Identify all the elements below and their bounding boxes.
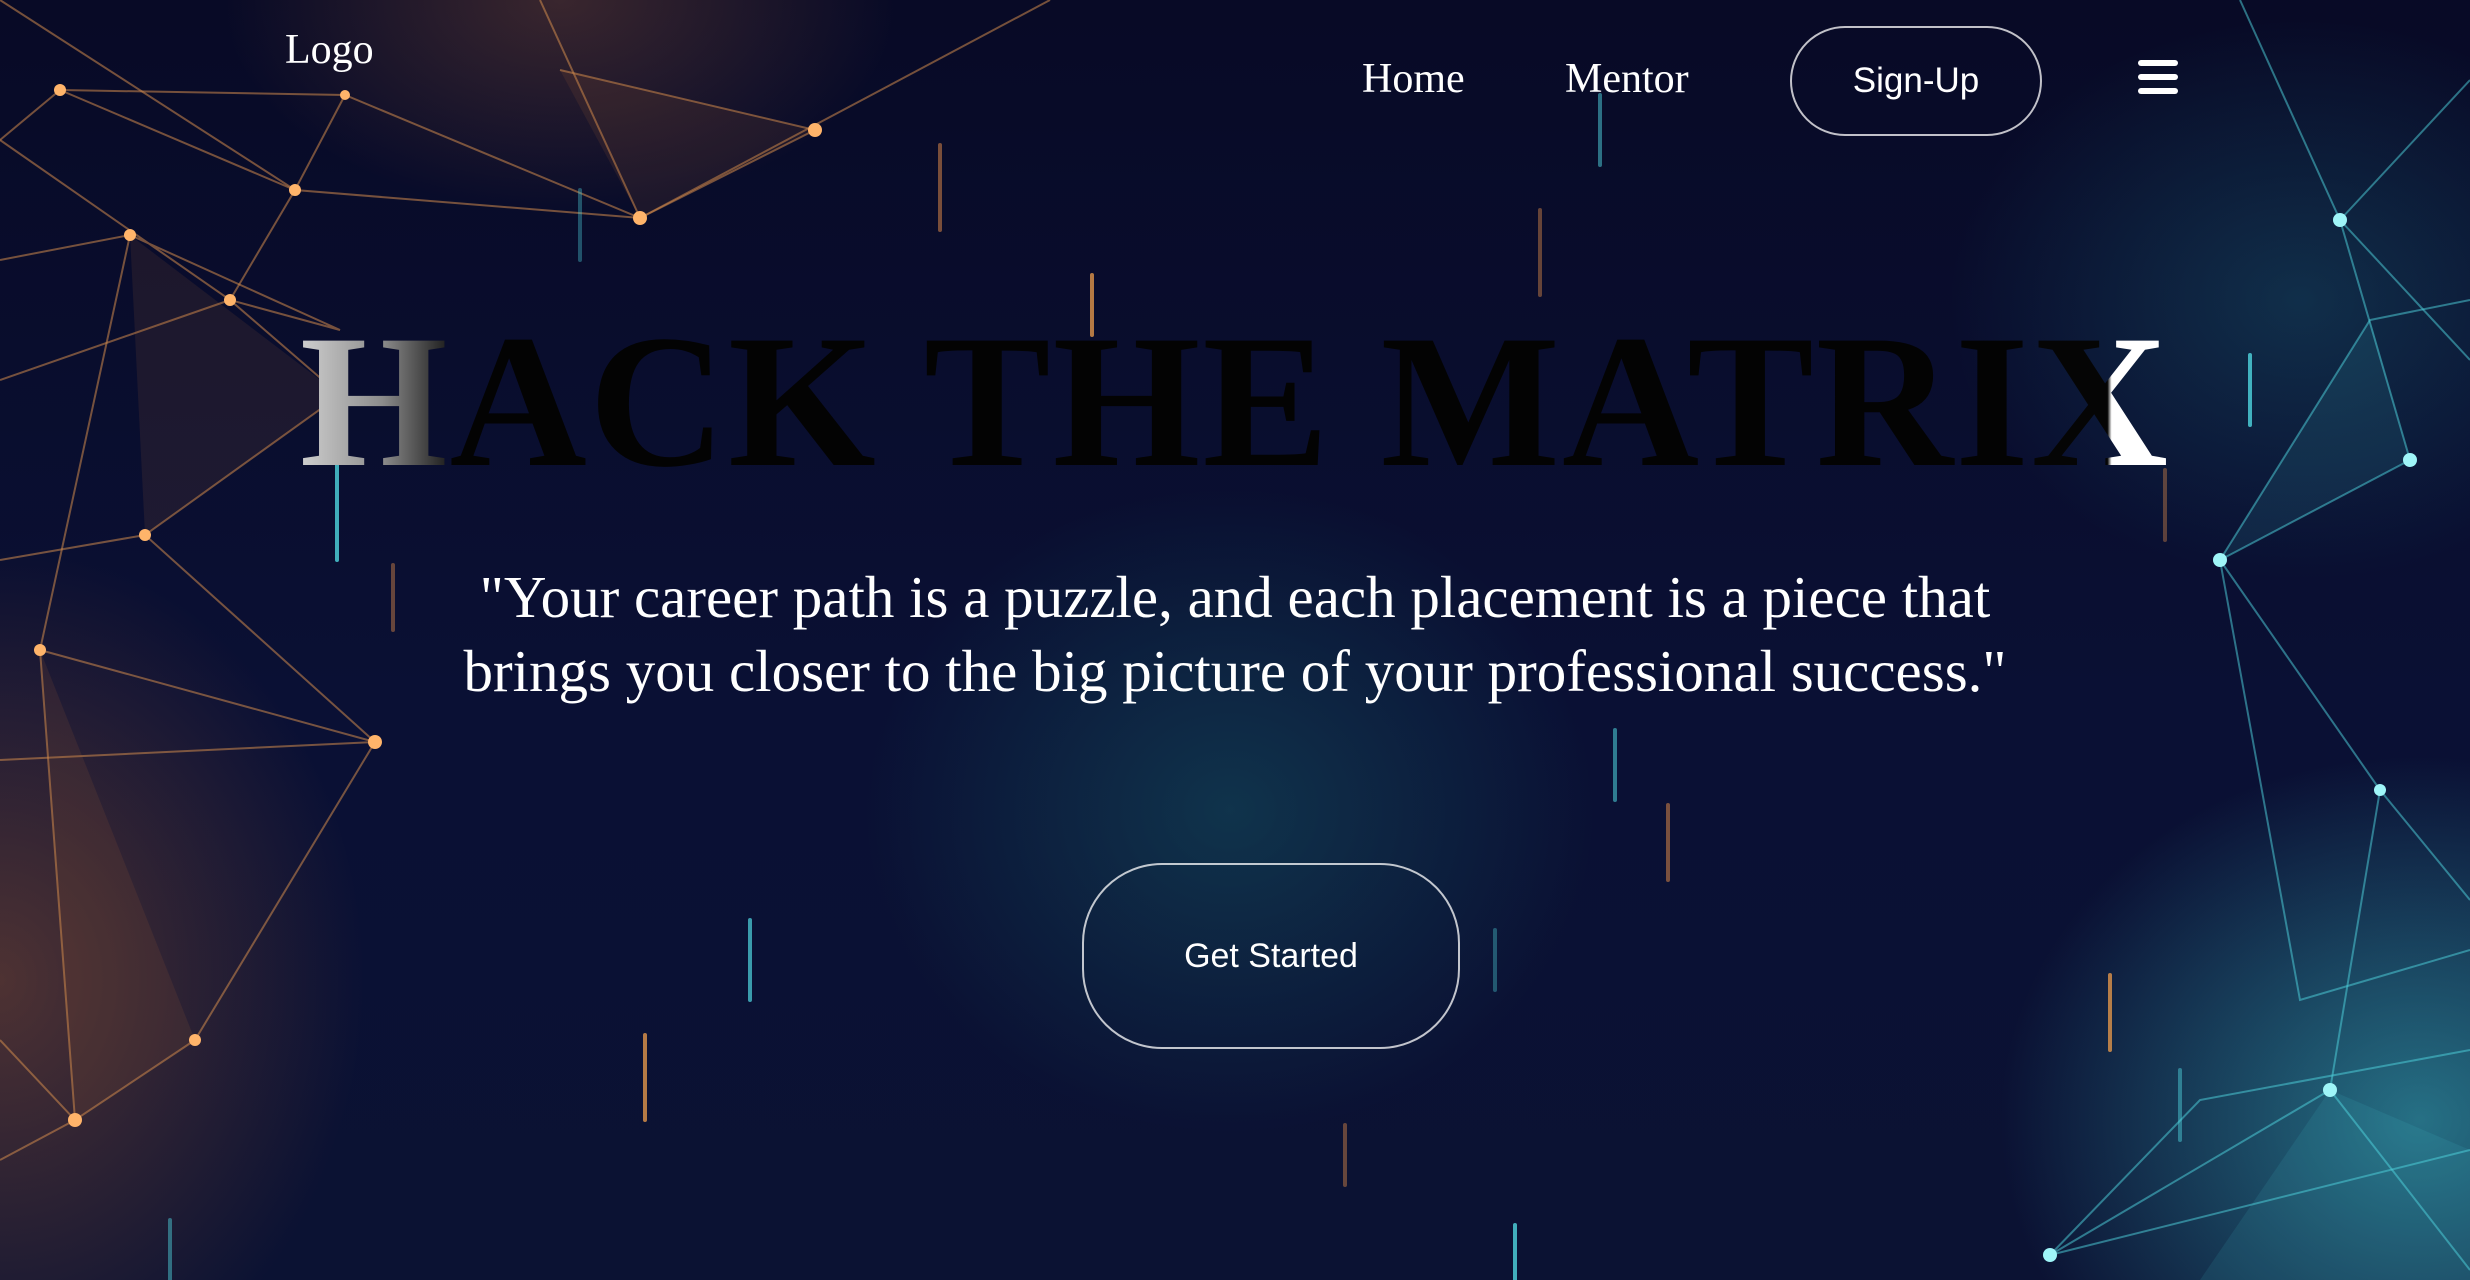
- menu-bar: [2138, 88, 2178, 94]
- hero-title-last-letter: X: [2030, 297, 2171, 507]
- hamburger-menu-icon[interactable]: [2138, 60, 2178, 94]
- hero-title-middle: ACK THE MATRI: [449, 297, 2031, 507]
- logo[interactable]: Logo: [285, 26, 374, 74]
- hero-quote: "Your career path is a puzzle, and each …: [380, 560, 2090, 708]
- signup-button[interactable]: Sign-Up: [1790, 26, 2042, 136]
- menu-bar: [2138, 74, 2178, 80]
- get-started-button[interactable]: Get Started: [1082, 863, 1460, 1049]
- hero-title: HACK THE MATRIX: [0, 292, 2470, 512]
- hero-quote-line-1: "Your career path is a puzzle, and each …: [479, 564, 1991, 630]
- nav-link-home[interactable]: Home: [1362, 55, 1465, 103]
- hero-quote-line-2: brings you closer to the big picture of …: [463, 638, 2007, 704]
- hero-title-first-letter: H: [299, 297, 450, 507]
- menu-bar: [2138, 60, 2178, 66]
- nav-link-mentor[interactable]: Mentor: [1565, 55, 1689, 103]
